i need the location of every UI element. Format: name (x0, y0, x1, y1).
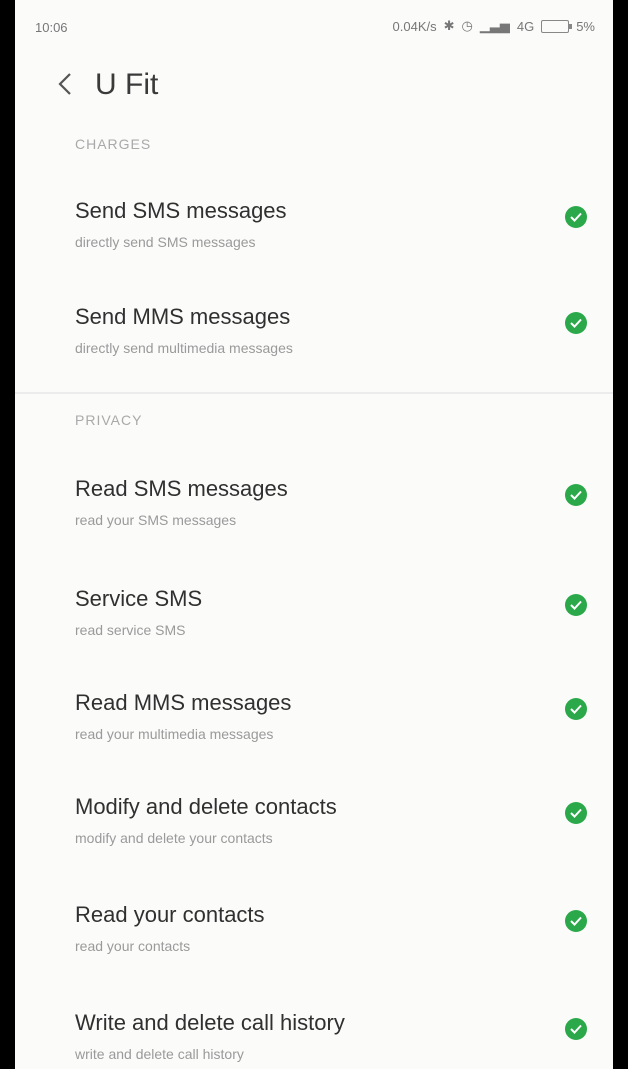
permission-subtitle: write and delete call history (75, 1046, 244, 1062)
permission-subtitle: read your multimedia messages (75, 726, 274, 742)
network-type: 4G (516, 18, 535, 34)
permission-row-read-mms[interactable]: Read MMS messages read your multimedia m… (15, 690, 613, 786)
check-circle-icon[interactable] (565, 698, 587, 720)
back-button[interactable] (51, 70, 79, 98)
status-icons: 0.04K/s ✱ ◷ ▁▃▅ 4G 5% (393, 18, 595, 34)
section-header-charges: CHARGES (75, 136, 152, 152)
permission-subtitle: modify and delete your contacts (75, 830, 273, 846)
permission-row-read-contacts[interactable]: Read your contacts read your contacts (15, 902, 613, 998)
page-title: U Fit (95, 68, 159, 101)
section-header-privacy: PRIVACY (75, 412, 143, 428)
check-circle-icon[interactable] (565, 910, 587, 932)
status-time: 10:06 (35, 20, 68, 35)
alarm-icon: ◷ (461, 18, 473, 33)
permission-title: Service SMS (75, 586, 203, 611)
check-circle-icon[interactable] (565, 312, 587, 334)
permission-title: Send MMS messages (75, 304, 291, 329)
battery-percent: 5% (576, 18, 595, 34)
permission-title: Read MMS messages (75, 690, 292, 715)
permission-subtitle: directly send multimedia messages (75, 340, 293, 356)
check-circle-icon[interactable] (565, 1018, 587, 1040)
permission-row-read-sms[interactable]: Read SMS messages read your SMS messages (15, 476, 613, 572)
permission-subtitle: read service SMS (75, 622, 186, 638)
check-circle-icon[interactable] (565, 484, 587, 506)
chevron-left-icon (58, 73, 71, 95)
status-bar: 10:06 0.04K/s ✱ ◷ ▁▃▅ 4G 5% (15, 0, 613, 56)
battery-icon (541, 19, 573, 33)
check-circle-icon[interactable] (565, 802, 587, 824)
phone-screen: 10:06 0.04K/s ✱ ◷ ▁▃▅ 4G 5% U Fit CHARGE… (15, 0, 613, 1069)
permission-row-call-history[interactable]: Write and delete call history write and … (15, 1010, 613, 1069)
permission-subtitle: directly send SMS messages (75, 234, 256, 250)
permission-title: Modify and delete contacts (75, 794, 337, 819)
net-speed: 0.04K/s (392, 18, 437, 34)
permission-title: Send SMS messages (75, 198, 287, 223)
check-circle-icon[interactable] (565, 206, 587, 228)
check-circle-icon[interactable] (565, 594, 587, 616)
permission-row-modify-contacts[interactable]: Modify and delete contacts modify and de… (15, 794, 613, 890)
permission-title: Read your contacts (75, 902, 265, 927)
permission-title: Read SMS messages (75, 476, 288, 501)
permission-row-send-mms[interactable]: Send MMS messages directly send multimed… (15, 304, 613, 400)
bluetooth-icon: ✱ (443, 18, 455, 33)
section-divider (15, 392, 613, 394)
app-bar: U Fit (15, 56, 613, 112)
permission-subtitle: read your SMS messages (75, 512, 237, 528)
permission-row-service-sms[interactable]: Service SMS read service SMS (15, 586, 613, 682)
signal-icon: ▁▃▅ (479, 18, 510, 33)
permission-title: Write and delete call history (75, 1010, 345, 1035)
permission-subtitle: read your contacts (75, 938, 191, 954)
permission-row-send-sms[interactable]: Send SMS messages directly send SMS mess… (15, 198, 613, 294)
